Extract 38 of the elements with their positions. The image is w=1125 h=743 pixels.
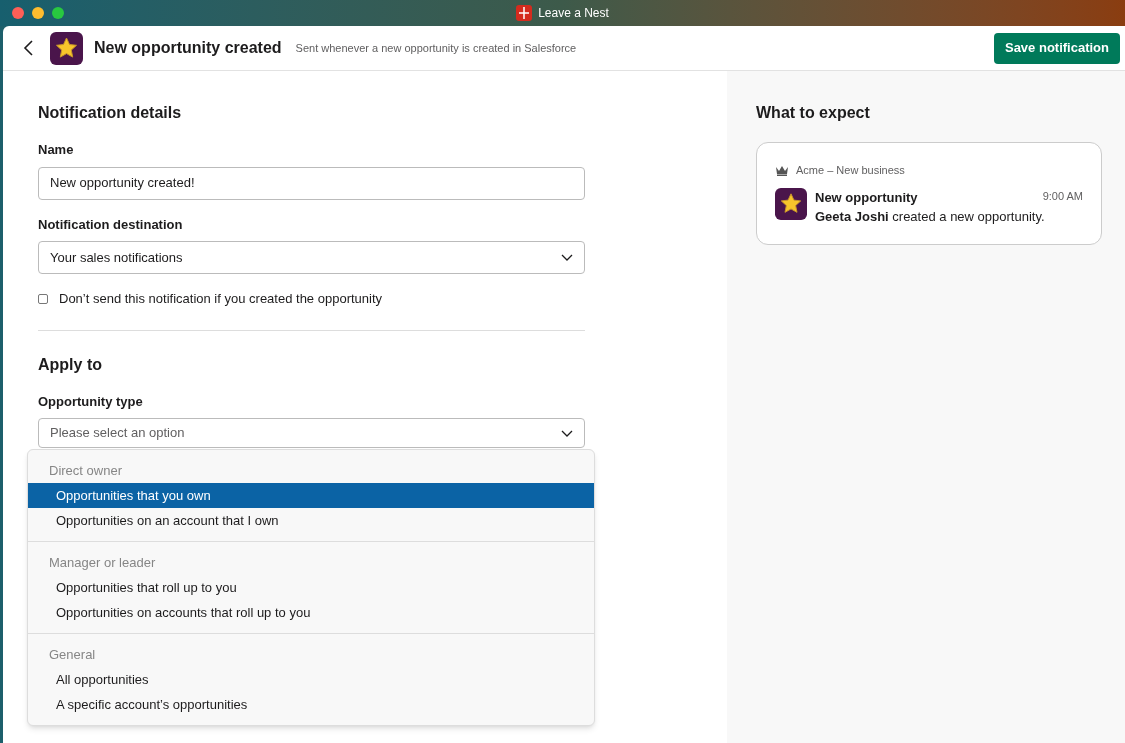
dropdown-option[interactable]: Opportunities on an account that I own [28, 508, 594, 533]
group-label: Manager or leader [48, 553, 157, 572]
minimize-window-icon[interactable] [32, 7, 44, 19]
group-label: General [48, 645, 97, 664]
section-heading: What to expect [756, 103, 871, 123]
section-heading: Notification details [38, 103, 183, 123]
app-icon [516, 5, 533, 21]
zoom-window-icon[interactable] [52, 7, 64, 19]
field-label: Notification destination [38, 215, 184, 234]
checkbox-label: Don’t send this notification if you created the opportunity [59, 290, 383, 308]
field-label: Opportunity type [38, 392, 144, 411]
destination-dropdown[interactable]: Your sales notifications [38, 241, 585, 274]
crown-icon [775, 164, 789, 176]
chevron-down-icon [561, 254, 573, 261]
workspace-name: Acme – New business [796, 163, 905, 178]
window-title: Leave a Nest [538, 5, 609, 22]
name-input-field[interactable]: New opportunity created! [38, 166, 585, 200]
save-notification-button[interactable]: Save notification [993, 32, 1120, 64]
close-window-icon[interactable] [12, 7, 24, 19]
page-title: New opportunity created [94, 38, 282, 58]
chevron-down-icon [561, 429, 573, 437]
dropdown-option[interactable]: Opportunities that roll up to you [28, 575, 594, 600]
notification-message: Geeta Joshi created a new opportunity. [815, 208, 1046, 226]
dropdown-option[interactable]: Opportunities on accounts that roll up to you [28, 600, 594, 625]
star-app-icon [775, 187, 807, 220]
section-heading: Apply to [38, 354, 103, 375]
notification-title: New opportunity [815, 188, 919, 207]
dropdown-option[interactable]: Opportunities that you own [28, 483, 594, 508]
field-label: Name [38, 141, 75, 159]
timestamp: 9:00 AM [1042, 188, 1083, 204]
dropdown-option[interactable]: A specific account’s opportunities [28, 692, 594, 717]
group-label: Direct owner [48, 461, 123, 480]
checkbox[interactable] [38, 293, 48, 304]
back-icon[interactable] [23, 40, 35, 56]
page-subtitle: Sent whenever a new opportunity is created in Salesforce [295, 40, 577, 56]
opportunity-type-dropdown[interactable]: Please select an option [38, 418, 585, 448]
star-app-icon [50, 31, 83, 65]
dropdown-option[interactable]: All opportunities [28, 667, 594, 692]
